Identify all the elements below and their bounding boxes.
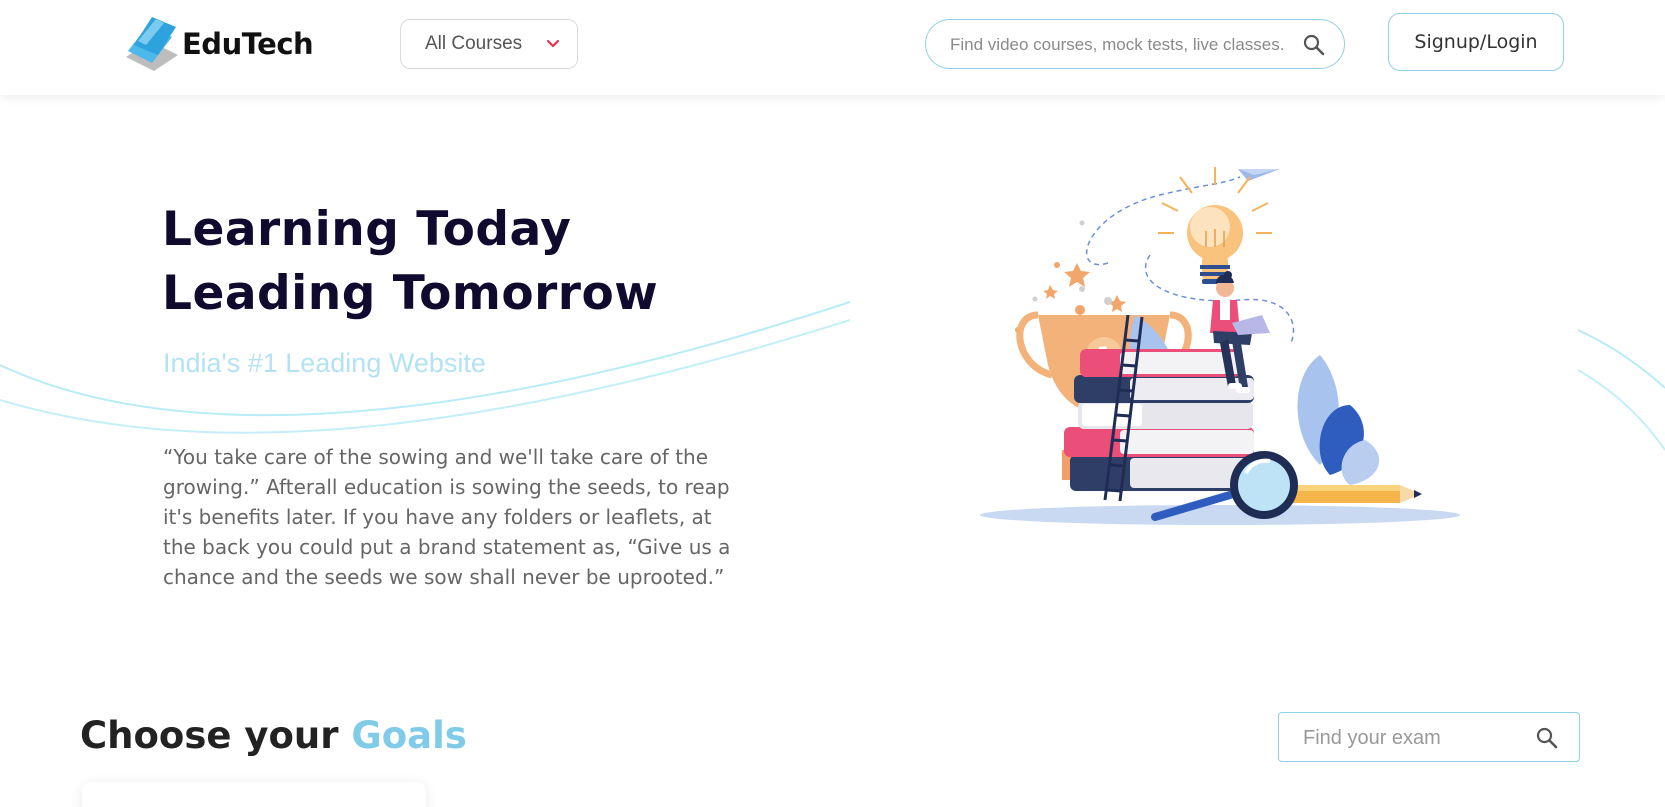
goals-heading-prefix: Choose your [80,714,352,757]
brand-logo[interactable]: EduTech [120,15,314,73]
brand-name: EduTech [182,27,314,61]
signup-login-label: Signup/Login [1414,31,1538,53]
goal-card[interactable] [82,782,426,807]
hero-swoosh-right-decoration [1578,329,1665,451]
course-search-box [925,19,1345,69]
light-bulb-graphic [1158,167,1272,284]
search-icon[interactable] [1535,726,1559,750]
course-search-input[interactable] [950,32,1285,58]
hero-subtitle: India's #1 Leading Website [163,348,486,378]
exam-search-box [1278,712,1580,762]
chevron-down-icon [546,39,560,48]
goals-heading-accent: Goals [351,714,467,757]
hero-heading-line-1: Learning Today [162,202,572,257]
exam-search-input[interactable] [1303,724,1523,752]
hero-heading-line-2: Leading Tomorrow [162,266,659,321]
signup-login-button[interactable]: Signup/Login [1388,13,1564,71]
hero-illustration: 1 [980,167,1460,525]
book-stack-logo-icon [126,17,178,71]
all-courses-label: All Courses [425,33,523,54]
all-courses-dropdown[interactable]: All Courses [400,19,578,69]
search-icon[interactable] [1302,33,1326,57]
hero-quote: “You take care of the sowing and we'll t… [163,445,731,589]
hero-heading: Learning Today Leading Tomorrow [162,198,782,326]
goals-heading: Choose your Goals [80,714,467,757]
top-navigation-bar: EduTech All Courses Signup/Login [0,0,1665,95]
